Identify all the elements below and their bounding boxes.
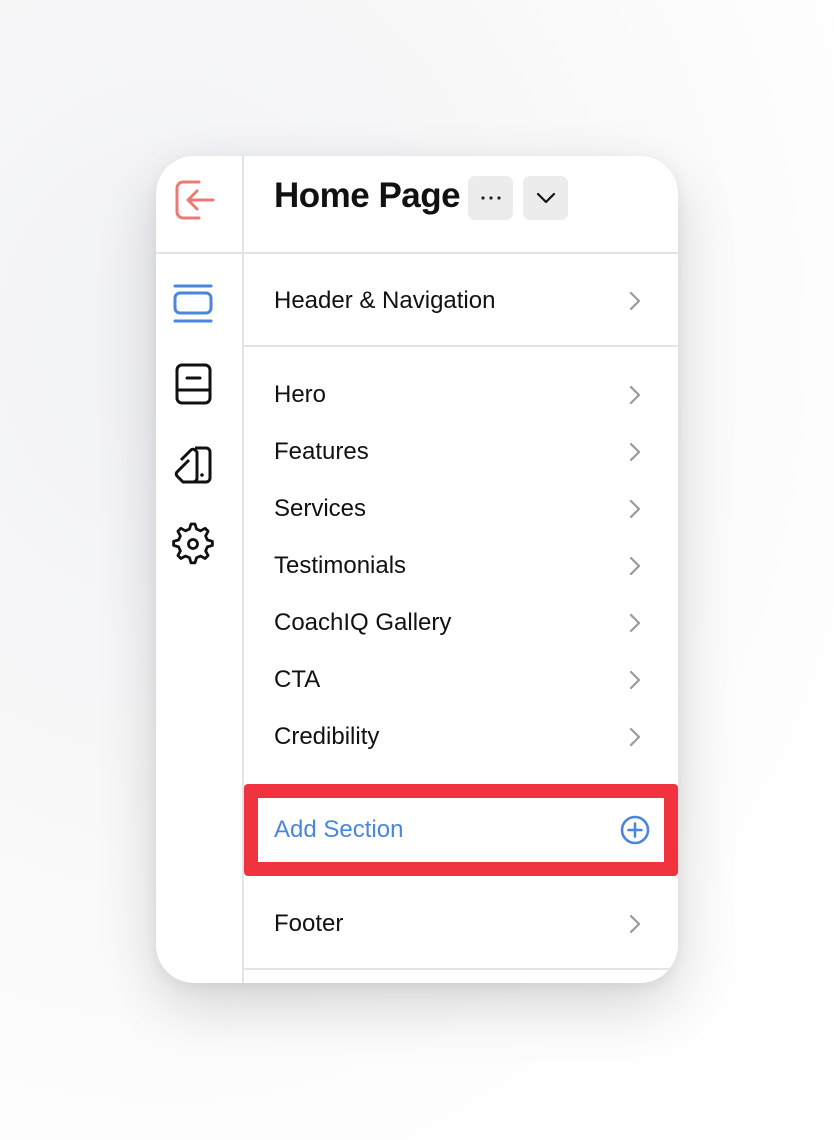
section-row-testimonials[interactable]: Testimonials — [244, 541, 678, 591]
section-label: Services — [274, 495, 367, 522]
chevron-down-icon — [536, 192, 555, 204]
section-label: Footer — [274, 910, 344, 937]
section-row-services[interactable]: Services — [244, 484, 678, 534]
section-row-coachiq-gallery[interactable]: CoachIQ Gallery — [244, 598, 678, 648]
chevron-right-icon — [629, 670, 641, 690]
section-row-credibility[interactable]: Credibility — [244, 712, 678, 762]
section-label: Testimonials — [274, 552, 407, 579]
more-options-button[interactable] — [468, 176, 513, 220]
section-label: Features — [274, 438, 369, 465]
more-horizontal-icon — [480, 196, 501, 200]
sections-list-column: Home Page Header & Navigation Hero Featu… — [244, 156, 678, 983]
section-row-features[interactable]: Features — [244, 427, 678, 477]
chevron-right-icon — [629, 727, 641, 747]
pages-book-icon[interactable] — [169, 360, 217, 408]
divider — [244, 345, 678, 347]
chevron-right-icon — [629, 499, 641, 519]
section-row-cta[interactable]: CTA — [244, 655, 678, 705]
chevron-right-icon — [629, 613, 641, 633]
rail-top — [156, 156, 242, 254]
chevron-right-icon — [629, 556, 641, 576]
page-title: Home Page — [274, 176, 461, 215]
section-row-header-navigation[interactable]: Header & Navigation — [244, 276, 678, 326]
section-row-hero[interactable]: Hero — [244, 370, 678, 420]
theme-swatch-icon[interactable] — [169, 440, 217, 488]
add-section-label: Add Section — [274, 816, 404, 843]
chevron-right-icon — [629, 442, 641, 462]
icon-rail — [156, 156, 244, 983]
section-label: Hero — [274, 381, 327, 408]
panel-header: Home Page — [244, 156, 678, 254]
section-label: Header & Navigation — [274, 287, 496, 314]
section-label: CTA — [274, 666, 321, 693]
page-sections-panel: Home Page Header & Navigation Hero Featu… — [156, 156, 678, 983]
page-dropdown-button[interactable] — [523, 176, 568, 220]
plus-circle-icon — [620, 815, 650, 845]
chevron-right-icon — [629, 385, 641, 405]
chevron-right-icon — [629, 914, 641, 934]
add-section-highlight: Add Section — [244, 784, 678, 876]
add-section-button[interactable]: Add Section — [258, 798, 664, 862]
chevron-right-icon — [629, 291, 641, 311]
sections-icon[interactable] — [169, 280, 217, 328]
exit-icon[interactable] — [169, 176, 217, 224]
divider — [244, 968, 678, 970]
section-label: Credibility — [274, 723, 380, 750]
section-row-footer[interactable]: Footer — [244, 899, 678, 949]
section-label: CoachIQ Gallery — [274, 609, 452, 636]
settings-gear-icon[interactable] — [169, 520, 217, 568]
